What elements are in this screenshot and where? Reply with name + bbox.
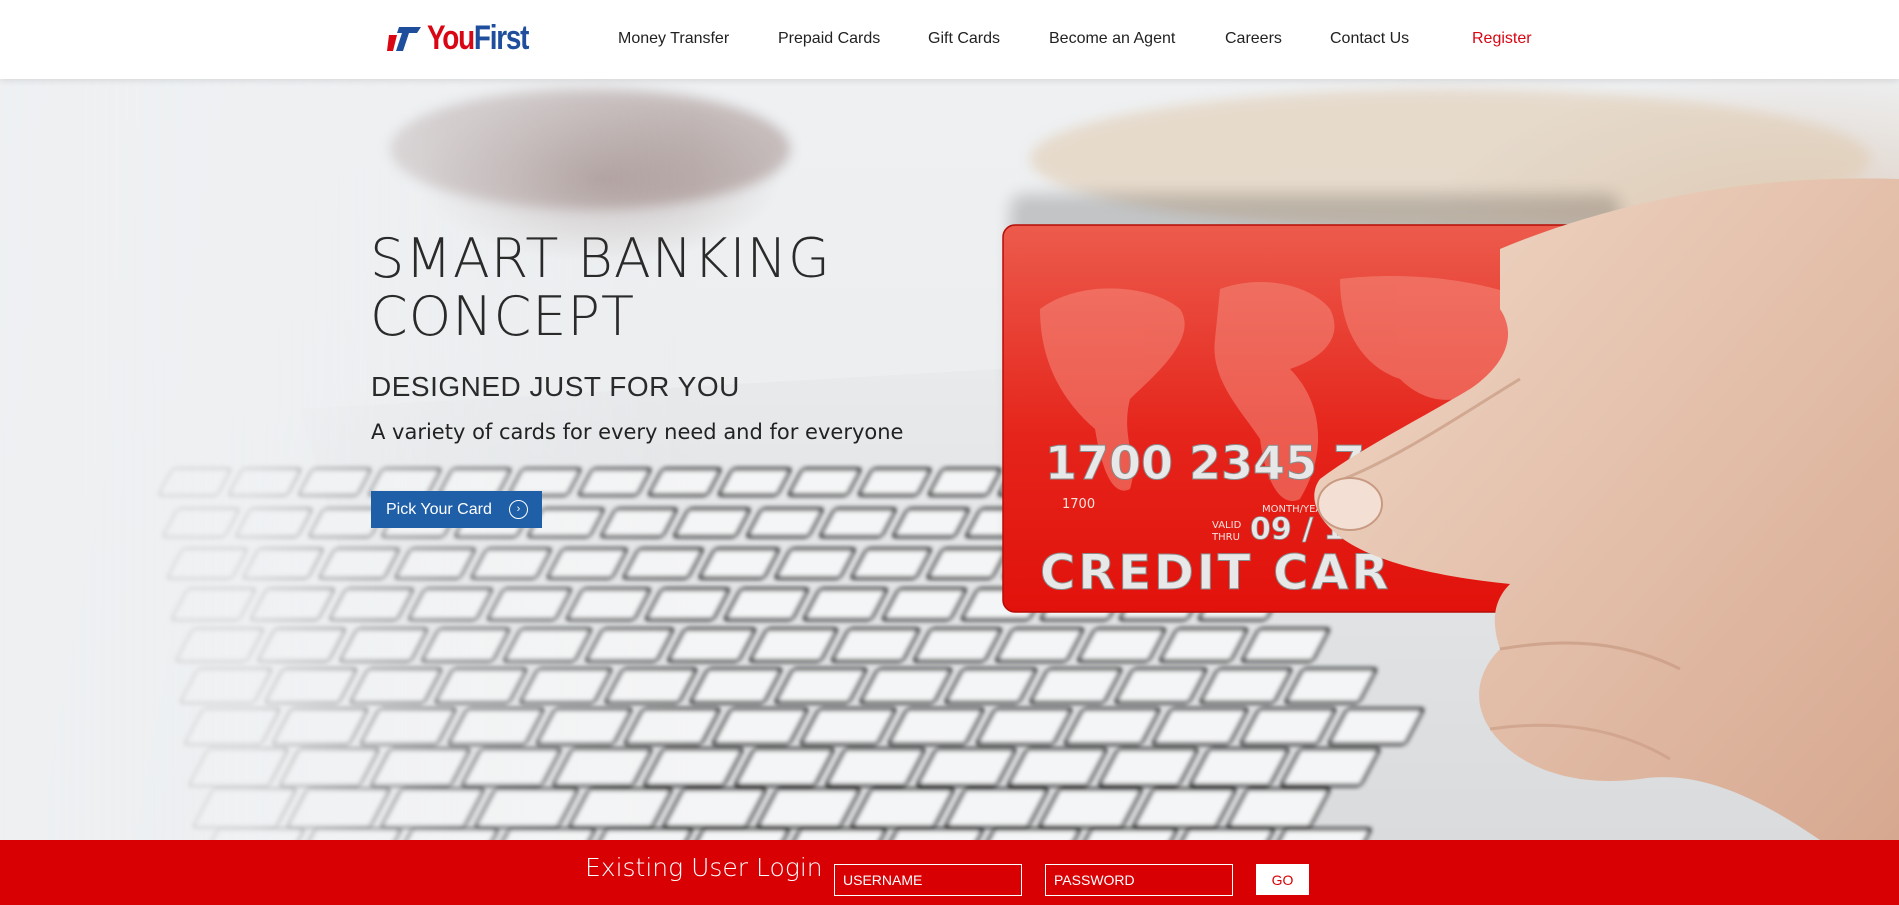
card-thru-label: THRU [1211, 532, 1240, 543]
card-type-text: CREDIT CAR [1040, 545, 1391, 601]
hero-title-line1: SMART BANKING [370, 227, 831, 290]
chevron-right-circle-icon: › [509, 500, 528, 519]
username-input[interactable] [834, 864, 1022, 896]
credit-card-image: 1700 2345 78 CREDIT CAR 1700 VALID THRU … [1002, 178, 1899, 840]
nav-item-prepaid-cards[interactable]: Prepaid Cards [778, 29, 880, 49]
hero-description: A variety of cards for every need and fo… [371, 420, 904, 444]
pick-your-card-button[interactable]: Pick Your Card › [371, 491, 542, 528]
hero-title: SMART BANKING CONCEPT [370, 230, 930, 346]
site-header: YouFirst Money Transfer Prepaid Cards Gi… [0, 0, 1899, 79]
nav-item-gift-cards[interactable]: Gift Cards [928, 29, 1000, 49]
nav-item-careers[interactable]: Careers [1225, 29, 1282, 49]
login-title: Existing User Login [585, 853, 823, 882]
nav-item-become-an-agent[interactable]: Become an Agent [1049, 29, 1175, 49]
hero-title-line2: CONCEPT [370, 285, 635, 348]
pick-your-card-label: Pick Your Card [386, 500, 492, 518]
hero-subtitle: DESIGNED JUST FOR YOU [371, 371, 740, 402]
go-button[interactable]: GO [1256, 864, 1309, 895]
main-nav: Money Transfer Prepaid Cards Gift Cards … [0, 0, 1899, 79]
register-link[interactable]: Register [1472, 29, 1532, 49]
card-small-number: 1700 [1062, 497, 1095, 512]
password-input[interactable] [1045, 864, 1233, 896]
hero-banner: 1700 2345 78 CREDIT CAR 1700 VALID THRU … [0, 79, 1899, 840]
card-valid-label: VALID [1212, 520, 1242, 531]
nav-item-contact-us[interactable]: Contact Us [1330, 29, 1409, 49]
nav-item-money-transfer[interactable]: Money Transfer [618, 29, 729, 49]
login-bar: Existing User Login GO [0, 840, 1899, 905]
